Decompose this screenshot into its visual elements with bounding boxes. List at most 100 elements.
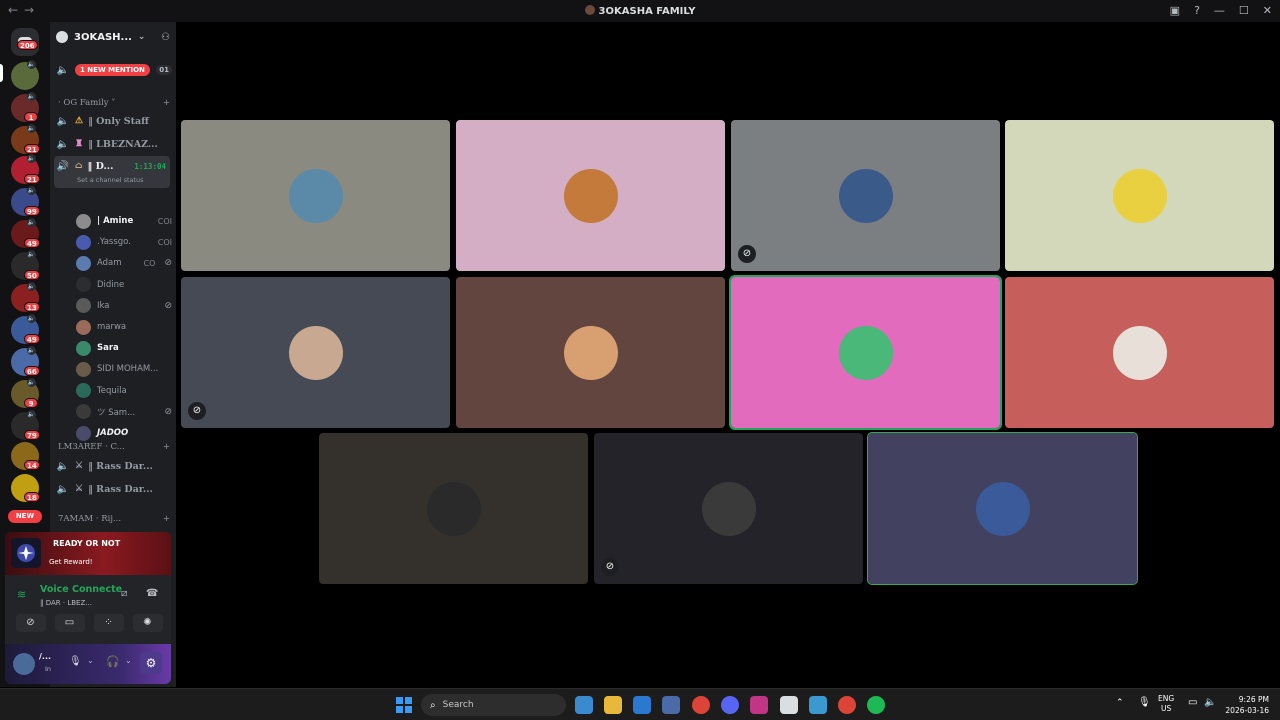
participant-tile[interactable] bbox=[456, 120, 725, 271]
avatar[interactable] bbox=[13, 653, 35, 675]
category-lm3aref[interactable]: LM3AREF · C... + bbox=[58, 442, 170, 452]
settings-gear-icon[interactable]: ⚙ bbox=[140, 652, 162, 674]
voice-user[interactable]: Adam CO ⊘ bbox=[76, 253, 172, 273]
chrome-icon[interactable] bbox=[692, 696, 710, 714]
clock[interactable]: 9:26 PM 2026-03-16 bbox=[1225, 694, 1269, 716]
participant-avatar bbox=[1112, 168, 1167, 223]
voice-user[interactable]: SIDI MOHAM... bbox=[76, 359, 172, 379]
participant-tile[interactable]: ⊘ bbox=[594, 433, 863, 584]
chrome-alt-icon[interactable] bbox=[838, 696, 856, 714]
voice-user-name: | Amine bbox=[97, 216, 134, 226]
voice-location[interactable]: ‖ DAR · LBEZ... bbox=[40, 599, 92, 607]
new-unreads-pill[interactable]: NEW bbox=[8, 510, 42, 523]
speaker-icon: 🔈 bbox=[56, 115, 70, 127]
capcut-icon[interactable] bbox=[780, 696, 798, 714]
muted-icon: ⊘ bbox=[601, 558, 619, 576]
taskbar-search[interactable]: ⌕ Search bbox=[421, 694, 566, 716]
participant-tile[interactable] bbox=[456, 277, 725, 428]
voice-actions: ⊘ ▭ ⁘ ✺ bbox=[11, 614, 167, 636]
minimize-button[interactable]: — bbox=[1214, 4, 1225, 17]
channel-rass-2[interactable]: 🔈 ⚔ ‖ Rass Dar... bbox=[56, 479, 172, 499]
voice-active-icon: 🔈 bbox=[27, 250, 36, 259]
activities-icon[interactable]: ⁘ bbox=[93, 614, 124, 632]
participant-tile[interactable] bbox=[1005, 120, 1274, 271]
camera-off-icon[interactable]: ⊘ bbox=[15, 614, 46, 632]
voice-active-icon: 🔈 bbox=[27, 124, 36, 133]
headphones-icon[interactable]: 🎧 bbox=[106, 655, 120, 668]
add-member-icon[interactable]: ⚇ bbox=[161, 32, 170, 43]
network-icon[interactable]: ▭ bbox=[1188, 697, 1197, 708]
participant-tile[interactable] bbox=[729, 275, 1002, 430]
category-7amam[interactable]: 7AMAM · Rij... + bbox=[58, 514, 170, 524]
voice-status-label[interactable]: Voice Connecte bbox=[40, 584, 122, 595]
inbox-icon[interactable]: ▣ bbox=[1170, 4, 1180, 17]
voice-user[interactable]: marwa bbox=[76, 317, 172, 337]
participant-tile[interactable]: ⊘ bbox=[181, 277, 450, 428]
screen-share-icon[interactable]: ▭ bbox=[54, 614, 85, 632]
audio-options-chevron-icon[interactable]: ⌄ bbox=[125, 656, 132, 665]
voice-user-name: marwa bbox=[97, 322, 127, 332]
participant-tile[interactable] bbox=[1005, 277, 1274, 428]
add-channel-icon[interactable]: + bbox=[163, 98, 170, 108]
channel-only-staff[interactable]: 🔈 ⚠ ‖ Only Staff bbox=[56, 111, 172, 131]
instagram-icon[interactable] bbox=[750, 696, 768, 714]
channel-top[interactable]: 🔈 1 NEW MENTION 01 bbox=[56, 60, 172, 80]
avatar bbox=[76, 298, 91, 314]
avatar bbox=[76, 213, 91, 229]
promo-cta[interactable]: Get Reward! bbox=[49, 558, 93, 566]
mic-options-chevron-icon[interactable]: ⌄ bbox=[87, 656, 94, 665]
file-manager-icon[interactable] bbox=[575, 696, 593, 714]
voice-user[interactable]: Sara bbox=[76, 338, 172, 358]
disconnect-icon[interactable]: ☎ bbox=[146, 588, 158, 599]
voice-user[interactable]: .Yassgo. COI bbox=[76, 232, 172, 252]
voice-active-icon: 🔈 bbox=[27, 218, 36, 227]
language-indicator[interactable]: ENG US bbox=[1158, 694, 1174, 714]
spotify-icon[interactable] bbox=[867, 696, 885, 714]
signal-icon[interactable]: ≋ bbox=[17, 588, 26, 601]
promo-banner[interactable]: READY OR NOT Get Reward! bbox=[5, 532, 171, 575]
server-name: 3OKASH... bbox=[74, 31, 132, 43]
voice-user[interactable]: Didine bbox=[76, 275, 172, 295]
participant-tile[interactable] bbox=[181, 120, 450, 271]
maximize-button[interactable]: ☐ bbox=[1239, 4, 1249, 17]
voice-user[interactable]: | Amine COI bbox=[76, 211, 172, 231]
participant-tile[interactable] bbox=[867, 432, 1138, 585]
voice-user-name: SIDI MOHAM... bbox=[97, 364, 159, 375]
add-channel-icon[interactable]: + bbox=[163, 442, 170, 452]
voice-user[interactable]: Ika ⊘ bbox=[76, 296, 172, 316]
voice-user[interactable]: Tequila bbox=[76, 381, 172, 401]
discord-icon[interactable] bbox=[721, 696, 739, 714]
server-header[interactable]: 3OKASH... ⌄ ⚇ bbox=[50, 22, 176, 52]
avatar bbox=[76, 234, 91, 250]
help-icon[interactable]: ? bbox=[1194, 4, 1200, 17]
voice-active-icon: 🔈 bbox=[27, 154, 36, 163]
user-name[interactable]: /... bbox=[39, 652, 51, 661]
channel-rass-1[interactable]: 🔈 ⚔ ‖ Rass Dar... bbox=[56, 456, 172, 476]
windows-start-icon[interactable] bbox=[396, 697, 412, 713]
category-og-family[interactable]: · OG Family ˅ + bbox=[58, 98, 170, 108]
soundboard-icon[interactable]: ✺ bbox=[132, 614, 163, 632]
window-title: 3OKASHA FAMILY bbox=[0, 5, 1280, 17]
tray-overflow-chevron-icon[interactable]: ⌃ bbox=[1116, 698, 1124, 708]
crossed-swords-icon: ⚔ bbox=[75, 484, 84, 494]
tray-mic-icon[interactable]: 🎙 bbox=[1138, 697, 1151, 708]
participant-tile[interactable]: ⊘ bbox=[731, 120, 1000, 271]
channel-dar-active[interactable]: 🔊 ⌂ ‖ D... 1:13:04 Set a channel status bbox=[54, 156, 170, 188]
outlook-icon[interactable] bbox=[633, 696, 651, 714]
channel-lbeznaz[interactable]: 🔈 ♜ ‖ LBEZNAZ... bbox=[56, 134, 172, 154]
noise-suppression-icon[interactable]: ⧄ bbox=[121, 588, 127, 599]
participant-avatar bbox=[701, 481, 756, 536]
channel-status-prompt[interactable]: Set a channel status bbox=[77, 176, 144, 184]
voice-user[interactable]: JADOO bbox=[76, 423, 172, 443]
folder-icon[interactable] bbox=[604, 696, 622, 714]
new-mention-pill[interactable]: 1 NEW MENTION bbox=[75, 64, 150, 76]
close-button[interactable]: ✕ bbox=[1263, 4, 1272, 17]
store-icon[interactable] bbox=[662, 696, 680, 714]
add-channel-icon[interactable]: + bbox=[163, 514, 170, 524]
microphone-icon[interactable]: 🎙 bbox=[69, 656, 82, 667]
voice-user[interactable]: ツ Sam... ⊘ bbox=[76, 402, 172, 422]
volume-icon[interactable]: 🔈 bbox=[1204, 697, 1216, 708]
app-icon[interactable] bbox=[809, 696, 827, 714]
participant-tile[interactable] bbox=[319, 433, 588, 584]
voice-status: ≋ Voice Connecte ‖ DAR · LBEZ... ⧄ ☎ bbox=[5, 578, 171, 614]
